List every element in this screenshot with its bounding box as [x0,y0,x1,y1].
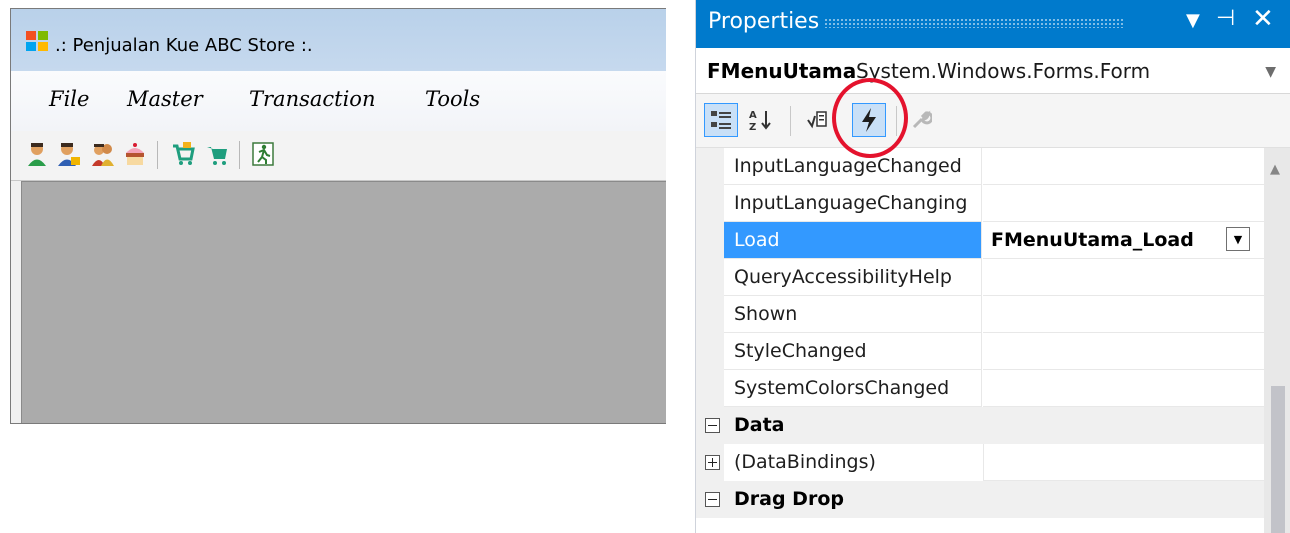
app-window: .: Penjualan Kue ABC Store :. File Maste… [10,8,666,424]
close-icon[interactable]: ✕ [1252,4,1274,34]
property-pages-button[interactable] [904,103,938,137]
properties-icon [807,111,827,129]
svg-text:Z: Z [749,122,756,132]
object-type: System.Windows.Forms.Form [856,59,1151,83]
property-value[interactable] [983,444,1264,481]
property-value[interactable] [983,296,1264,333]
menu-bar: File Master Transaction Tools [11,71,666,131]
grid-row[interactable]: StyleChanged [696,333,1264,370]
properties-button[interactable] [800,103,834,137]
menu-master[interactable]: Master [127,87,203,111]
property-value-cell[interactable]: FMenuUtama_Load ▼ [983,222,1264,259]
cart-icon[interactable] [205,141,229,167]
categorized-icon [711,111,731,129]
category-label: Data [734,414,785,436]
app-logo-icon [26,31,48,51]
properties-title: Properties [708,9,820,34]
chevron-down-icon: ▼ [1233,232,1243,246]
property-value[interactable]: FMenuUtama_Load [991,229,1194,251]
property-value[interactable] [983,185,1264,222]
chevron-down-icon[interactable]: ▼ [1265,64,1276,80]
grid-row-databindings[interactable]: (DataBindings) [696,444,1264,481]
property-name: StyleChanged [724,333,982,370]
menu-tools[interactable]: Tools [425,87,480,111]
categorized-button[interactable] [704,103,738,137]
category-label: Drag Drop [734,488,844,510]
object-name: FMenuUtama [707,59,857,83]
property-name: QueryAccessibilityHelp [724,259,982,296]
menu-transaction[interactable]: Transaction [249,87,375,111]
toolbar-separator [790,106,791,136]
property-name: InputLanguageChanging [724,185,982,222]
cart-add-icon[interactable] [171,141,195,167]
app-toolbar [11,131,666,181]
property-value[interactable] [983,333,1264,370]
toolbar-separator [239,141,240,169]
property-pages-icon [912,110,932,129]
menu-file[interactable]: File [49,87,89,111]
user-cashier-icon[interactable] [57,141,81,167]
events-highlight-circle [832,78,908,158]
grid-row[interactable]: Shown [696,296,1264,333]
collapse-icon[interactable] [705,418,720,433]
property-name: Shown [724,296,982,333]
scroll-up-icon[interactable]: ▲ [1270,162,1280,177]
object-selector[interactable]: FMenuUtama System.Windows.Forms.Form ▼ [696,48,1290,94]
svg-text:A: A [749,110,757,121]
exit-running-icon[interactable] [251,141,275,167]
property-value[interactable] [983,148,1264,185]
grid-row[interactable]: InputLanguageChanged [696,148,1264,185]
users-group-icon[interactable] [91,141,115,167]
collapse-icon[interactable] [705,492,720,507]
grid-row[interactable]: SystemColorsChanged [696,370,1264,407]
user-icon[interactable] [25,141,49,167]
property-value[interactable] [983,259,1264,296]
grid-row-selected[interactable]: Load FMenuUtama_Load ▼ [696,222,1264,259]
category-row-drag-drop[interactable]: Drag Drop [696,481,1264,518]
property-value[interactable] [983,370,1264,407]
value-dropdown-button[interactable]: ▼ [1226,227,1250,251]
property-name: (DataBindings) [734,451,876,473]
grid-row[interactable]: InputLanguageChanging [696,185,1264,222]
properties-toolbar: AZ [696,94,1290,148]
properties-titlebar: Properties ▼ ⊣ ✕ [696,0,1290,48]
mdi-client-area [21,181,666,423]
properties-panel: Properties ▼ ⊣ ✕ FMenuUtama System.Windo… [695,0,1290,533]
category-row-data[interactable]: Data [696,407,1264,444]
property-name: Load [724,222,982,259]
app-titlebar: .: Penjualan Kue ABC Store :. [11,9,666,71]
scroll-thumb[interactable] [1271,386,1285,533]
vertical-scrollbar[interactable]: ▲ [1264,148,1290,533]
grid-row[interactable]: QueryAccessibilityHelp [696,259,1264,296]
property-grid: InputLanguageChanged InputLanguageChangi… [696,148,1290,533]
app-title: .: Penjualan Kue ABC Store :. [55,35,313,56]
window-menu-chevron-icon[interactable]: ▼ [1186,10,1200,31]
titlebar-grip[interactable] [824,18,1124,28]
pin-icon[interactable]: ⊣ [1216,6,1235,31]
expand-icon[interactable] [705,455,720,470]
toolbar-separator [157,141,158,169]
cake-icon[interactable] [123,141,147,167]
property-name: SystemColorsChanged [724,370,982,407]
alphabetical-icon: AZ [749,110,771,132]
alphabetical-button[interactable]: AZ [744,103,778,137]
